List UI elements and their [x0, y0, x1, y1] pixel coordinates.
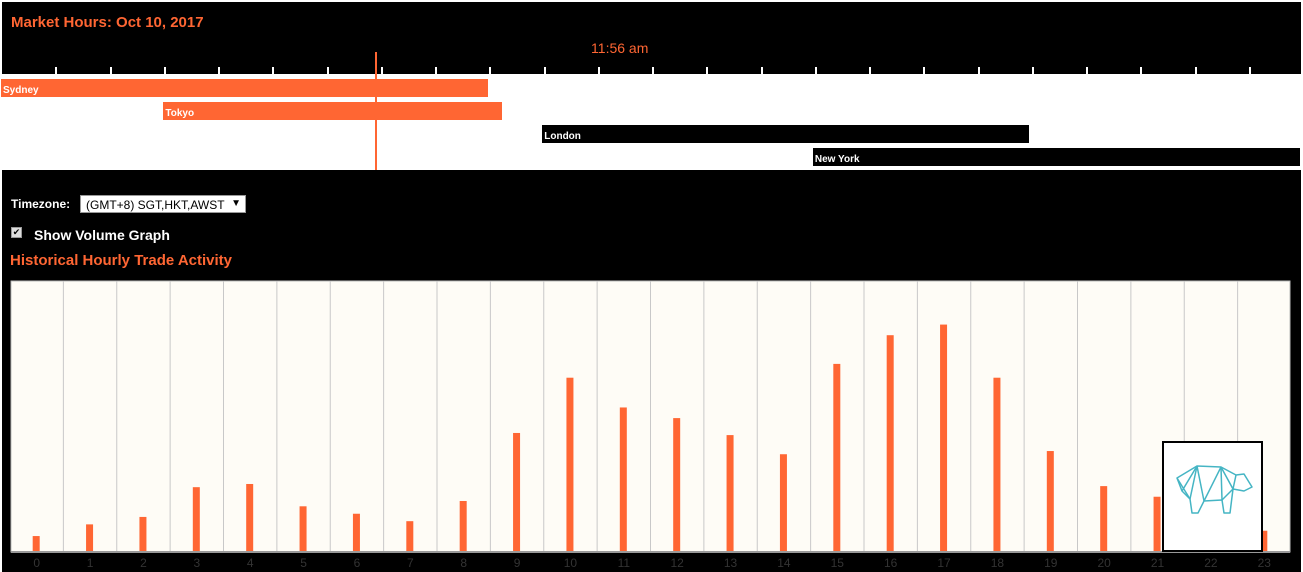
x-tick-label: 13 [724, 556, 738, 570]
hour-tick [543, 67, 546, 74]
hour-tick [435, 67, 437, 74]
x-tick-label: 2 [140, 556, 147, 570]
volume-graph-label: Show Volume Graph [34, 227, 170, 243]
market-bar-label: New York [814, 154, 860, 165]
bar-hour-11 [619, 407, 627, 552]
market-bar-label: Sydney [3, 85, 39, 96]
hour-tick [1248, 67, 1251, 74]
bar-hour-4 [246, 483, 254, 552]
market-bar-sydney: Sydney [1, 79, 489, 97]
market-bar-label: London [544, 131, 581, 142]
hour-tick [1031, 67, 1034, 74]
x-tick-label: 16 [884, 556, 898, 570]
bar-hour-1 [86, 524, 94, 552]
bear-logo [1162, 441, 1263, 552]
hour-tick [760, 67, 763, 74]
hour-tick [218, 67, 220, 74]
timezone-label: Timezone: [11, 197, 71, 211]
x-tick-label: 23 [1258, 556, 1272, 570]
x-tick-label: 9 [514, 556, 521, 570]
bar-hour-3 [192, 487, 200, 552]
bar-hour-9 [513, 432, 521, 552]
hour-tick [814, 67, 817, 74]
x-tick-label: 7 [407, 556, 414, 570]
bar-hour-19 [1046, 451, 1054, 552]
volume-graph-checkbox[interactable]: ✔ [11, 227, 22, 238]
hour-tick [55, 67, 58, 74]
bar-hour-18 [993, 377, 1001, 552]
bar-hour-12 [673, 418, 681, 552]
bar-hour-0 [32, 536, 40, 552]
hourly-activity-chart: 0 1 2 3 4 5 6 7 8 9 10 11 12 13 14 15 16 17 18 19 20 21 22 23 [10, 280, 1291, 570]
bar-hour-7 [406, 521, 414, 552]
geometric-bear-icon [1176, 465, 1253, 514]
x-tick-label: 15 [831, 556, 845, 570]
bar-hour-21 [1153, 496, 1161, 552]
bar-hour-20 [1100, 486, 1108, 552]
market-bar-london: London [542, 125, 1030, 143]
bar-hour-15 [833, 363, 841, 552]
chart-heading: Historical Hourly Trade Activity [10, 252, 233, 269]
current-time-line [375, 52, 377, 170]
bar-hour-14 [779, 454, 787, 552]
hour-tick [652, 67, 654, 74]
x-tick-label: 1 [87, 556, 94, 570]
bar-hour-16 [886, 335, 894, 552]
dropdown-arrow-icon: ▼ [231, 198, 241, 209]
x-tick-label: 11 [618, 556, 631, 570]
x-tick-label: 20 [1098, 556, 1112, 570]
hour-tick [489, 67, 492, 74]
hour-tick [869, 67, 871, 74]
hour-tick [380, 67, 383, 74]
x-tick-label: 14 [777, 556, 791, 570]
x-tick-label: 22 [1204, 556, 1218, 570]
timezone-select[interactable]: (GMT+8) SGT,HKT,AWST ▼ [80, 195, 246, 213]
page-title: Market Hours: Oct 10, 2017 [11, 14, 204, 31]
market-hours-header: Market Hours: Oct 10, 2017 11:56 am [2, 2, 1301, 74]
x-tick-label: 17 [937, 556, 951, 570]
hour-tick [1086, 67, 1088, 74]
x-tick-label: 6 [354, 556, 361, 570]
bar-hour-17 [940, 324, 948, 552]
hour-tick [163, 67, 166, 74]
hour-tick [977, 67, 980, 74]
bar-hour-10 [566, 377, 574, 552]
bar-hour-5 [299, 506, 307, 552]
hour-tick [326, 67, 329, 74]
x-tick-label: 5 [300, 556, 307, 570]
x-tick-label: 0 [33, 556, 40, 570]
market-bar-label: Tokyo [165, 108, 195, 119]
x-tick-label: 3 [193, 556, 200, 570]
x-tick-label: 8 [460, 556, 467, 570]
hour-tick [923, 67, 926, 74]
bar-hour-2 [139, 516, 147, 552]
hour-tick [1140, 67, 1143, 74]
hour-tick [109, 67, 112, 74]
x-tick-label: 10 [564, 556, 578, 570]
x-tick-label: 21 [1151, 556, 1165, 570]
x-tick-label: 4 [247, 556, 254, 570]
hour-tick [272, 67, 275, 74]
market-bar-new-york: New York [812, 148, 1300, 166]
bar-hour-8 [459, 500, 467, 552]
bar-hour-13 [726, 435, 734, 552]
x-tick-label: 18 [991, 556, 1005, 570]
hour-tick [597, 67, 600, 74]
bar-hour-6 [352, 513, 360, 552]
hour-tick [1194, 67, 1197, 74]
market-bar-tokyo: Tokyo [163, 102, 502, 120]
timezone-select-value: (GMT+8) SGT,HKT,AWST [86, 198, 225, 212]
x-tick-label: 19 [1044, 556, 1058, 570]
hour-tick [706, 67, 709, 74]
x-tick-label: 12 [671, 556, 685, 570]
current-time-label: 11:56 am [591, 40, 649, 56]
